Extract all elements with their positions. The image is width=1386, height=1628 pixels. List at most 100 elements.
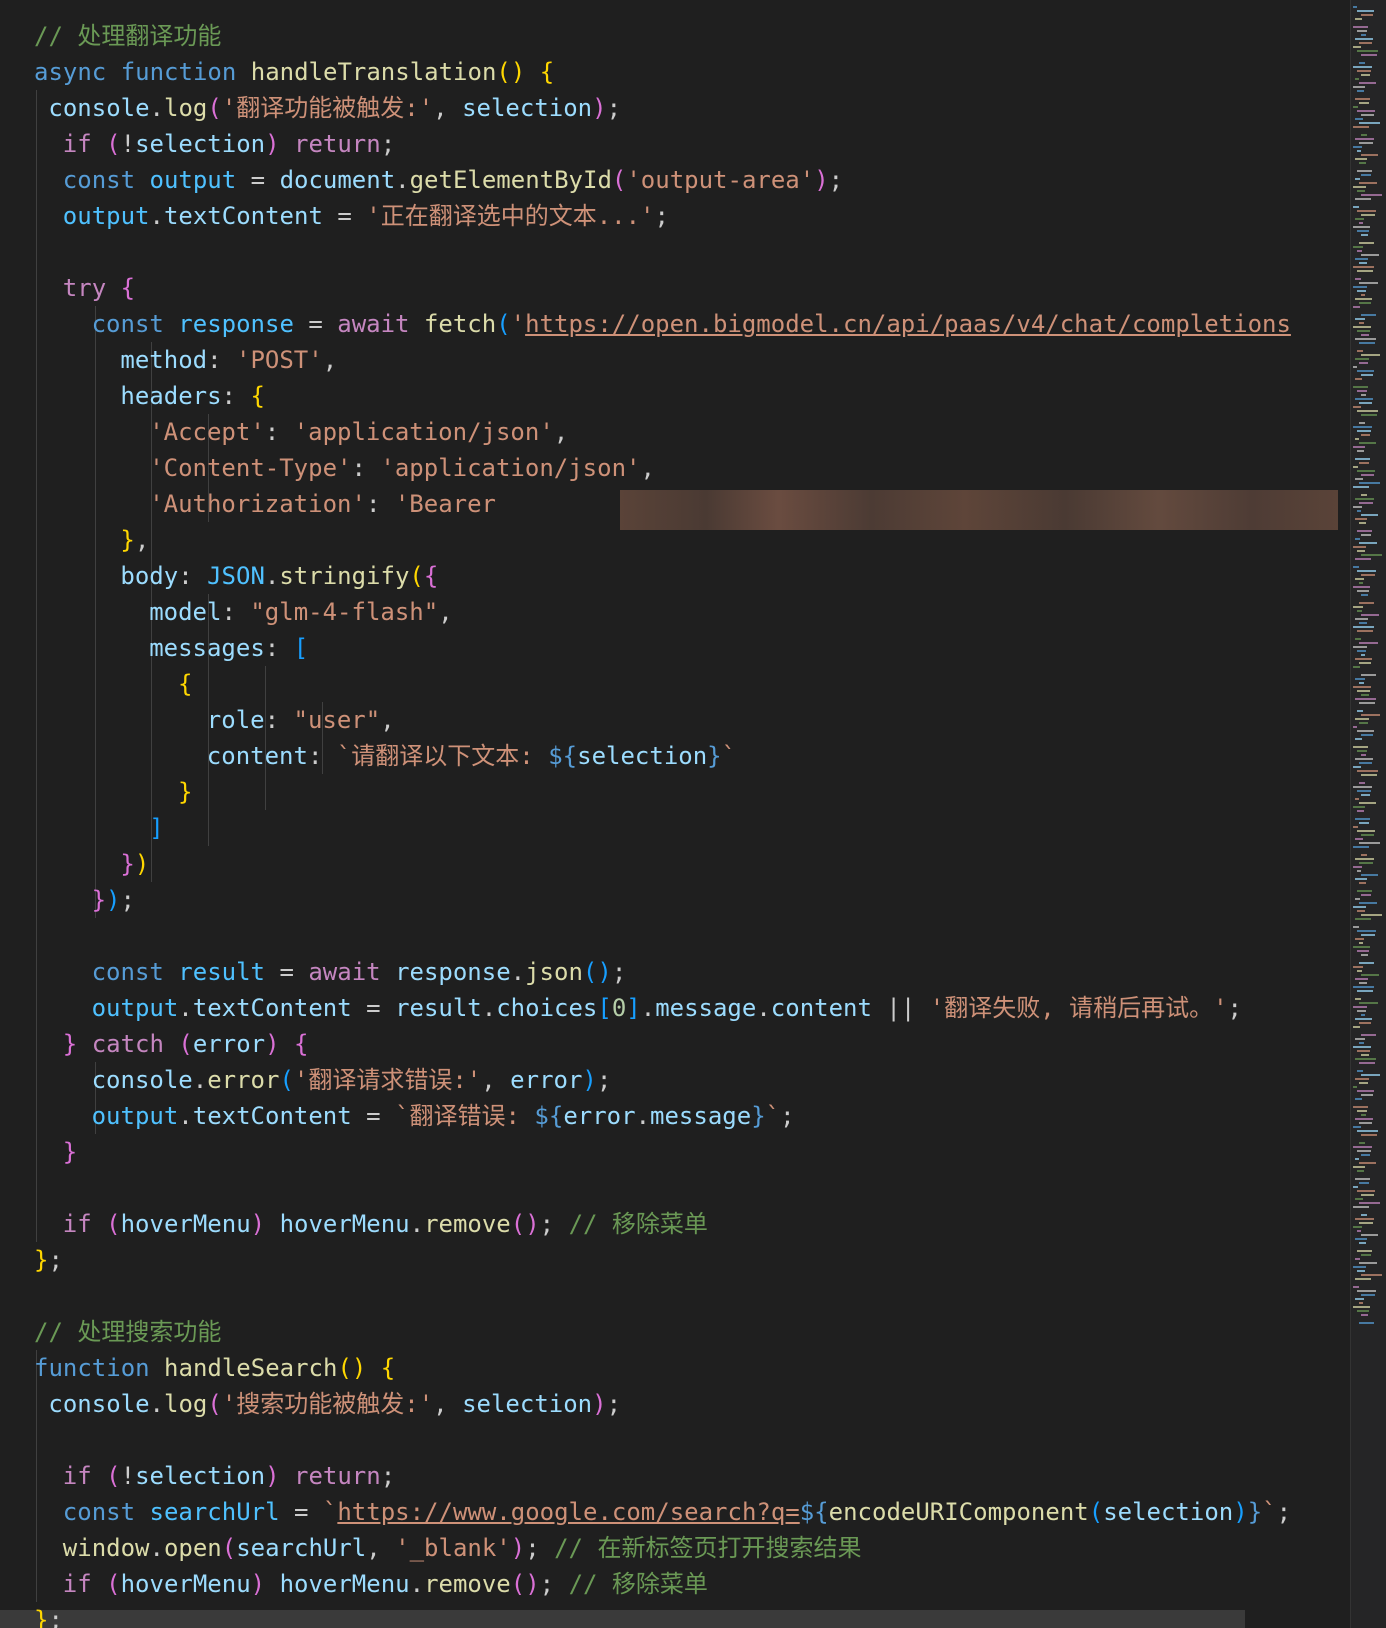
code-line[interactable]: window.open(searchUrl, '_blank'); // 在新标… xyxy=(63,1530,862,1566)
code-token: 'POST' xyxy=(236,346,323,374)
code-line[interactable]: } xyxy=(63,1134,77,1170)
code-line[interactable]: output.textContent = '正在翻译选中的文本...'; xyxy=(63,198,669,234)
code-line[interactable]: output.textContent = `翻译错误: ${error.mess… xyxy=(92,1098,795,1134)
minimap-line xyxy=(1355,358,1369,360)
code-token: ; xyxy=(525,1534,555,1562)
code-token: '翻译请求错误:' xyxy=(293,1066,482,1094)
minimap-line xyxy=(1357,350,1363,352)
code-token: output xyxy=(91,994,179,1022)
code-line[interactable]: if (hoverMenu) hoverMenu.remove(); // 移除… xyxy=(63,1566,708,1602)
minimap-line xyxy=(1355,258,1368,260)
code-token: } xyxy=(62,1138,78,1166)
minimap-line xyxy=(1353,426,1372,428)
minimap-line xyxy=(1359,162,1366,164)
minimap-line xyxy=(1357,1250,1372,1252)
code-token: } xyxy=(1247,1498,1263,1526)
code-line[interactable]: method: 'POST', xyxy=(120,342,337,378)
code-token: handleTranslation xyxy=(250,58,497,86)
code-line[interactable]: const output = document.getElementById('… xyxy=(63,162,843,198)
code-token: getElementById xyxy=(409,166,612,194)
minimap-line xyxy=(1355,438,1359,440)
code-line[interactable]: { xyxy=(178,666,192,702)
code-token: || xyxy=(871,994,930,1022)
minimap-line xyxy=(1353,566,1359,568)
minimap-line xyxy=(1357,1190,1375,1192)
minimap-line xyxy=(1355,1178,1370,1180)
code-token: ( xyxy=(106,1210,121,1238)
code-token: headers xyxy=(120,382,222,410)
code-token: , xyxy=(640,454,655,482)
code-line[interactable]: console.log('搜索功能被触发:', selection); xyxy=(48,1386,621,1422)
code-line[interactable]: } xyxy=(178,774,192,810)
code-token: ( xyxy=(1088,1498,1104,1526)
code-token: const xyxy=(62,1498,150,1526)
code-editor[interactable]: // 处理翻译功能 async function handleTranslatio… xyxy=(0,0,1350,1628)
minimap-line xyxy=(1361,934,1375,936)
code-line[interactable]: const searchUrl = `https://www.google.co… xyxy=(63,1494,1291,1530)
code-line[interactable]: // 处理搜索功能 xyxy=(34,1314,221,1350)
minimap-line xyxy=(1361,394,1366,396)
code-token: result xyxy=(178,958,265,986)
code-line[interactable]: const result = await response.json(); xyxy=(92,954,627,990)
code-line[interactable]: messages: [ xyxy=(149,630,308,666)
code-line[interactable]: headers: { xyxy=(120,378,265,414)
minimap-line xyxy=(1353,786,1372,788)
minimap-line xyxy=(1357,570,1376,572)
code-token: ( xyxy=(106,1462,121,1490)
code-line[interactable]: }; xyxy=(34,1602,63,1628)
code-line[interactable]: 'Content-Type': 'application/json', xyxy=(149,450,655,486)
code-line[interactable]: }; xyxy=(34,1242,63,1278)
code-line[interactable]: if (!selection) return; xyxy=(63,126,395,162)
code-line[interactable]: function handleSearch() { xyxy=(34,1350,395,1386)
code-line[interactable]: console.error('翻译请求错误:', error); xyxy=(92,1062,612,1098)
code-token: ) xyxy=(1233,1498,1248,1526)
code-line[interactable]: } catch (error) { xyxy=(63,1026,309,1062)
code-token: selection xyxy=(462,1390,593,1418)
minimap-line xyxy=(1359,1122,1372,1124)
code-token: '翻译失败, 请稍后再试。' xyxy=(929,994,1228,1022)
code-line[interactable]: }, xyxy=(120,522,149,558)
code-line[interactable]: console.log('翻译功能被触发:', selection); xyxy=(48,90,621,126)
minimap[interactable] xyxy=(1350,0,1386,1628)
code-line[interactable]: // 处理翻译功能 xyxy=(34,18,221,54)
code-line[interactable]: }) xyxy=(120,846,149,882)
minimap-line xyxy=(1355,518,1367,520)
minimap-line xyxy=(1361,734,1373,736)
minimap-line xyxy=(1359,722,1368,724)
minimap-line xyxy=(1355,178,1360,180)
code-token: ( xyxy=(409,562,424,590)
code-token: ; xyxy=(380,1462,396,1490)
code-line[interactable]: if (!selection) return; xyxy=(63,1458,395,1494)
code-token: textContent xyxy=(192,1102,352,1130)
code-line[interactable]: if (hoverMenu) hoverMenu.remove(); // 移除… xyxy=(63,1206,708,1242)
minimap-line xyxy=(1359,422,1365,424)
code-line[interactable]: 'Authorization': 'Bearer xyxy=(149,486,510,522)
minimap-line xyxy=(1359,302,1371,304)
code-token: . xyxy=(264,562,280,590)
code-line[interactable]: const response = await fetch('https://op… xyxy=(92,306,1291,342)
minimap-line xyxy=(1353,986,1374,988)
minimap-line xyxy=(1359,1222,1373,1224)
code-token: } xyxy=(120,526,135,554)
code-line[interactable]: body: JSON.stringify({ xyxy=(120,558,438,594)
minimap-line xyxy=(1353,926,1359,928)
code-line[interactable]: try { xyxy=(63,270,135,306)
code-line[interactable]: model: "glm-4-flash", xyxy=(149,594,452,630)
minimap-line xyxy=(1357,930,1376,932)
code-line[interactable]: role: "user", xyxy=(207,702,395,738)
code-token: if xyxy=(62,1462,107,1490)
code-line[interactable]: content: `请翻译以下文本: ${selection}` xyxy=(207,738,736,774)
minimap-line xyxy=(1353,766,1361,768)
code-token: ; xyxy=(606,94,622,122)
code-line[interactable]: ] xyxy=(149,810,163,846)
minimap-line xyxy=(1357,990,1373,992)
code-token: ) xyxy=(250,1210,266,1238)
minimap-line xyxy=(1359,1022,1371,1024)
code-token: searchUrl xyxy=(149,1498,280,1526)
code-line[interactable]: 'Accept': 'application/json', xyxy=(149,414,568,450)
code-line[interactable]: async function handleTranslation() { xyxy=(34,54,554,90)
code-line[interactable]: }); xyxy=(92,882,135,918)
minimap-line xyxy=(1359,462,1369,464)
code-line[interactable]: output.textContent = result.choices[0].m… xyxy=(92,990,1242,1026)
minimap-line xyxy=(1357,610,1362,612)
